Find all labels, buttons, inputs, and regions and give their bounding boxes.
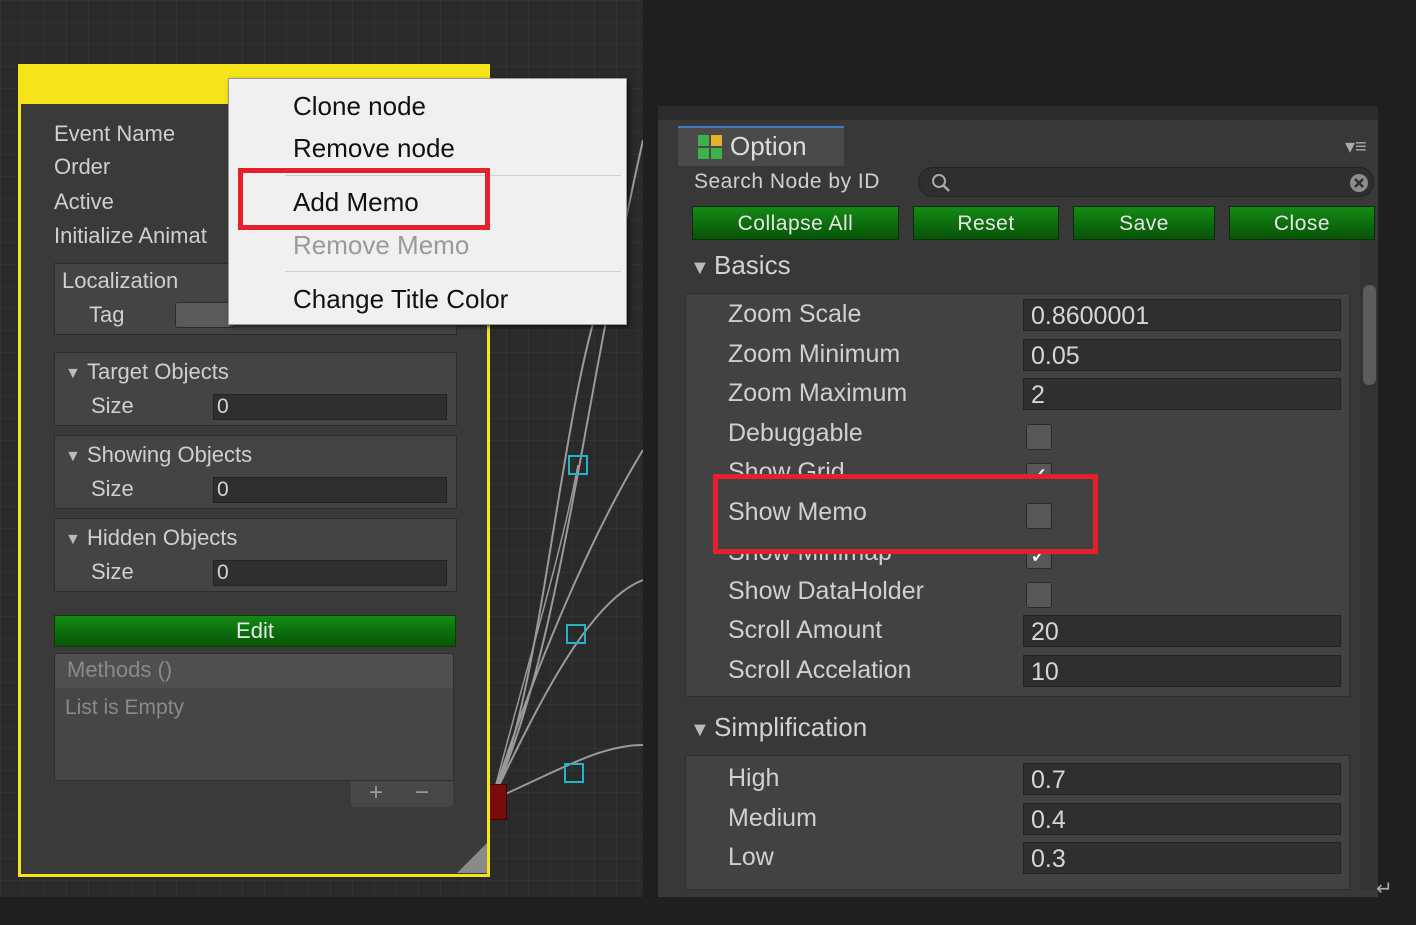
clear-search-icon[interactable]	[1349, 173, 1369, 193]
resize-handle-icon[interactable]	[457, 843, 487, 873]
basics-foldout-icon[interactable]: ▼	[690, 257, 710, 280]
scroll-accelation-input[interactable]: 10	[1023, 655, 1341, 687]
input-port-2[interactable]	[566, 624, 586, 644]
target-objects-label[interactable]: Target Objects	[87, 359, 229, 385]
size-label: Size	[91, 559, 134, 584]
remove-item-button[interactable]: −	[415, 779, 429, 807]
methods-header: Methods ()	[55, 654, 453, 688]
medium-input[interactable]: 0.4	[1023, 803, 1341, 835]
scroll-amount-input[interactable]: 20	[1023, 615, 1341, 647]
edit-button[interactable]: Edit	[54, 615, 456, 647]
search-input[interactable]	[918, 167, 1374, 197]
low-label: Low	[728, 843, 774, 871]
showing-objects-size-input[interactable]: 0	[213, 477, 447, 503]
search-icon	[932, 174, 950, 192]
simplification-foldout-icon[interactable]: ▼	[690, 719, 710, 742]
highlight-show-memo: Show Memo	[713, 474, 1098, 554]
tab-title: Option	[730, 131, 807, 161]
methods-label: Methods ()	[67, 657, 173, 682]
close-button[interactable]: Close	[1229, 206, 1375, 240]
collapse-all-button[interactable]: Collapse All	[692, 206, 899, 240]
target-objects-box: ▼ Target Objects Size 0	[54, 352, 457, 426]
menu-separator	[285, 271, 621, 272]
debuggable-checkbox[interactable]	[1026, 424, 1052, 450]
show-dataholder-checkbox[interactable]	[1026, 582, 1052, 608]
foldout-arrow-icon[interactable]: ▼	[65, 531, 81, 549]
input-port-1[interactable]	[568, 455, 588, 475]
window-top-strip	[658, 106, 1378, 120]
list-empty-text: List is Empty	[65, 696, 185, 719]
zoom-minimum-input[interactable]: 0.05	[1023, 339, 1341, 371]
high-input[interactable]: 0.7	[1023, 763, 1341, 795]
low-input[interactable]: 0.3	[1023, 842, 1341, 874]
menu-item-clone-node[interactable]: Clone node	[293, 91, 426, 122]
methods-list: Methods () List is Empty	[54, 653, 454, 781]
save-button[interactable]: Save	[1073, 206, 1215, 240]
menu-item-remove-node[interactable]: Remove node	[293, 133, 455, 164]
field-order: Order	[54, 154, 111, 179]
zoom-minimum-label: Zoom Minimum	[728, 340, 901, 368]
showing-objects-label[interactable]: Showing Objects	[87, 442, 252, 468]
field-event-name: Event Name	[54, 121, 176, 146]
menu-item-change-title-color[interactable]: Change Title Color	[293, 284, 508, 315]
option-grid-icon	[698, 135, 722, 159]
tag-dropdown[interactable]	[175, 302, 235, 328]
medium-label: Medium	[728, 804, 817, 832]
hidden-objects-size-input[interactable]: 0	[213, 560, 447, 586]
show-memo-checkbox-highlighted[interactable]	[1026, 503, 1052, 529]
scroll-accelation-label: Scroll Accelation	[728, 656, 912, 684]
target-objects-size-input[interactable]: 0	[213, 394, 447, 420]
add-item-button[interactable]: +	[369, 779, 383, 807]
tag-label: Tag	[89, 302, 125, 327]
list-footer: + −	[351, 779, 453, 807]
size-label: Size	[91, 393, 134, 418]
scrollbar-thumb[interactable]	[1363, 285, 1376, 385]
highlight-add-memo	[238, 168, 490, 230]
hidden-objects-box: ▼ Hidden Objects Size 0	[54, 518, 457, 592]
zoom-maximum-input[interactable]: 2	[1023, 378, 1341, 410]
zoom-maximum-label: Zoom Maximum	[728, 379, 908, 407]
foldout-arrow-icon[interactable]: ▼	[65, 448, 81, 466]
node-graph-canvas[interactable]: is Eve Event Name Order Active Initializ…	[0, 0, 643, 897]
return-icon: ↵	[1376, 878, 1393, 900]
debuggable-label: Debuggable	[728, 419, 863, 447]
search-label: Search Node by ID	[694, 170, 880, 193]
field-initialize-animation: Initialize Animat	[54, 223, 207, 248]
localization-label: Localization	[62, 268, 179, 293]
simplification-title[interactable]: Simplification	[714, 712, 867, 743]
reset-button[interactable]: Reset	[913, 206, 1059, 240]
hidden-objects-label[interactable]: Hidden Objects	[87, 525, 237, 551]
high-label: High	[728, 764, 780, 792]
field-active: Active	[54, 189, 114, 214]
tab-option[interactable]: Option	[678, 126, 844, 166]
show-memo-label-highlighted: Show Memo	[728, 498, 867, 526]
showing-objects-box: ▼ Showing Objects Size 0	[54, 435, 457, 509]
menu-item-remove-memo: Remove Memo	[293, 230, 470, 260]
show-dataholder-label: Show DataHolder	[728, 577, 924, 605]
window-menu-icon[interactable]: ▾≡	[1345, 134, 1367, 159]
scroll-amount-label: Scroll Amount	[728, 616, 883, 644]
foldout-arrow-icon[interactable]: ▼	[65, 365, 81, 383]
size-label: Size	[91, 476, 134, 501]
basics-title[interactable]: Basics	[714, 250, 791, 281]
input-port-3[interactable]	[564, 763, 584, 783]
zoom-scale-label: Zoom Scale	[728, 300, 862, 328]
zoom-scale-input[interactable]: 0.8600001	[1023, 299, 1341, 331]
